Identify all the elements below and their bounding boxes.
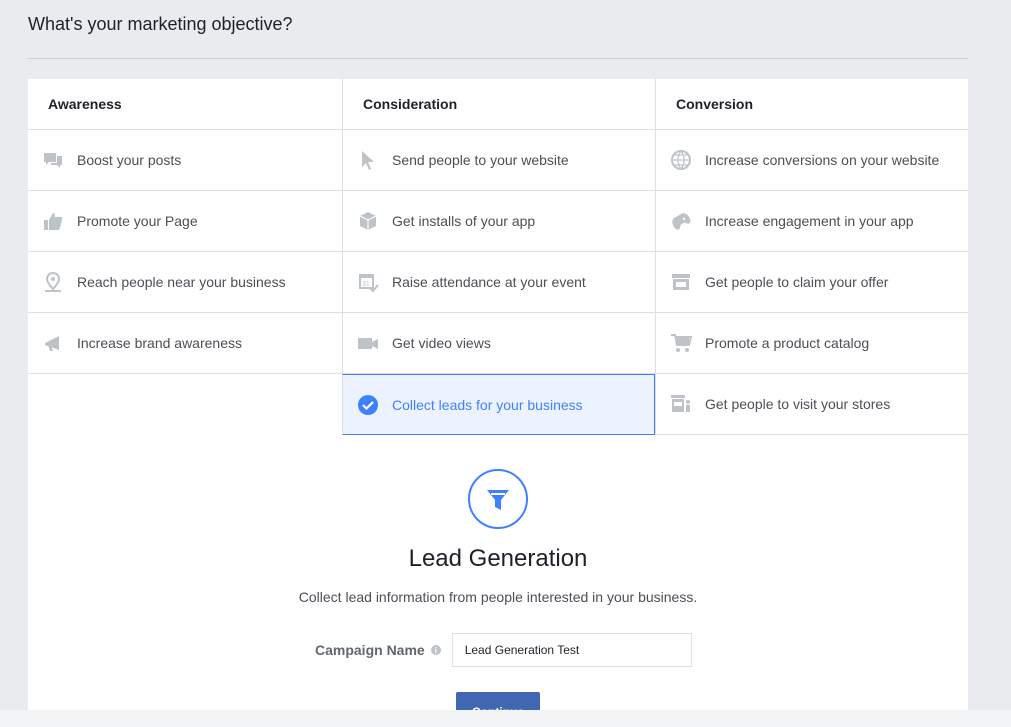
objective-label: Increase engagement in your app [705, 213, 914, 229]
awareness-column: Awareness Boost your posts Promote your … [28, 79, 342, 435]
location-pin-icon [42, 271, 64, 293]
objective-grid: Awareness Boost your posts Promote your … [28, 79, 968, 435]
megaphone-icon [42, 332, 64, 354]
objective-label: Boost your posts [77, 152, 182, 168]
calendar-icon: 31 [357, 271, 379, 293]
lead-title: Lead Generation [408, 545, 588, 572]
objective-app-installs[interactable]: Get installs of your app [342, 191, 655, 252]
column-header-consideration: Consideration [342, 79, 655, 130]
funnel-icon [468, 469, 528, 529]
box-icon [357, 210, 379, 232]
objective-label: Get installs of your app [392, 213, 536, 229]
gamepad-icon [670, 210, 692, 232]
objective-label: Increase conversions on your website [705, 152, 940, 168]
lead-description: Collect lead information from people int… [298, 589, 698, 605]
cursor-icon [357, 149, 379, 171]
objective-event-attendance[interactable]: 31 Raise attendance at your event [342, 252, 655, 313]
objective-label: Get people to claim your offer [705, 274, 889, 290]
objective-store-visits[interactable]: Get people to visit your stores [655, 374, 968, 435]
header-divider [28, 58, 968, 59]
objective-promote-page[interactable]: Promote your Page [28, 191, 342, 252]
objective-label: Raise attendance at your event [392, 274, 586, 290]
shopping-cart-icon [670, 332, 692, 354]
lead-generation-section: Lead Generation Collect lead information… [28, 469, 968, 605]
objective-label: Reach people near your business [77, 274, 286, 290]
objective-offer-claims[interactable]: Get people to claim your offer [655, 252, 968, 313]
page-title: What's your marketing objective? [28, 14, 293, 34]
objective-app-engagement[interactable]: Increase engagement in your app [655, 191, 968, 252]
bottom-bar [0, 710, 1011, 727]
objective-website-traffic[interactable]: Send people to your website [342, 130, 655, 191]
campaign-name-row: Campaign Name i [315, 633, 692, 667]
column-header-awareness: Awareness [28, 79, 342, 130]
checkmark-icon [357, 394, 379, 416]
objective-label: Send people to your website [392, 152, 569, 168]
thumbs-up-icon [42, 210, 64, 232]
objective-reach-local[interactable]: Reach people near your business [28, 252, 342, 313]
objective-label: Collect leads for your business [392, 396, 583, 413]
objective-label: Promote your Page [77, 213, 198, 229]
speech-bubbles-icon [42, 149, 64, 171]
objective-brand-awareness[interactable]: Increase brand awareness [28, 313, 342, 374]
empty-cell [28, 374, 342, 435]
video-camera-icon [357, 332, 379, 354]
objective-product-catalog[interactable]: Promote a product catalog [655, 313, 968, 374]
campaign-name-input[interactable] [451, 633, 692, 667]
objective-lead-generation[interactable]: Collect leads for your business [342, 374, 655, 435]
objective-boost-posts[interactable]: Boost your posts [28, 130, 342, 191]
objective-video-views[interactable]: Get video views [342, 313, 655, 374]
objective-label: Increase brand awareness [77, 335, 242, 351]
info-icon[interactable]: i [430, 645, 441, 655]
objective-panel: Awareness Boost your posts Promote your … [28, 79, 968, 727]
objective-label: Promote a product catalog [705, 335, 870, 351]
storefront-icon [670, 271, 692, 293]
globe-icon [670, 149, 692, 171]
consideration-column: Consideration Send people to your websit… [342, 79, 655, 435]
svg-text:31: 31 [362, 281, 370, 288]
objective-label: Get people to visit your stores [705, 396, 891, 412]
objective-conversions[interactable]: Increase conversions on your website [655, 130, 968, 191]
column-header-conversion: Conversion [655, 79, 968, 130]
store-visit-icon [670, 393, 692, 415]
objective-label: Get video views [392, 335, 491, 351]
conversion-column: Conversion Increase conversions on your … [655, 79, 968, 435]
campaign-name-label: Campaign Name [315, 642, 425, 658]
